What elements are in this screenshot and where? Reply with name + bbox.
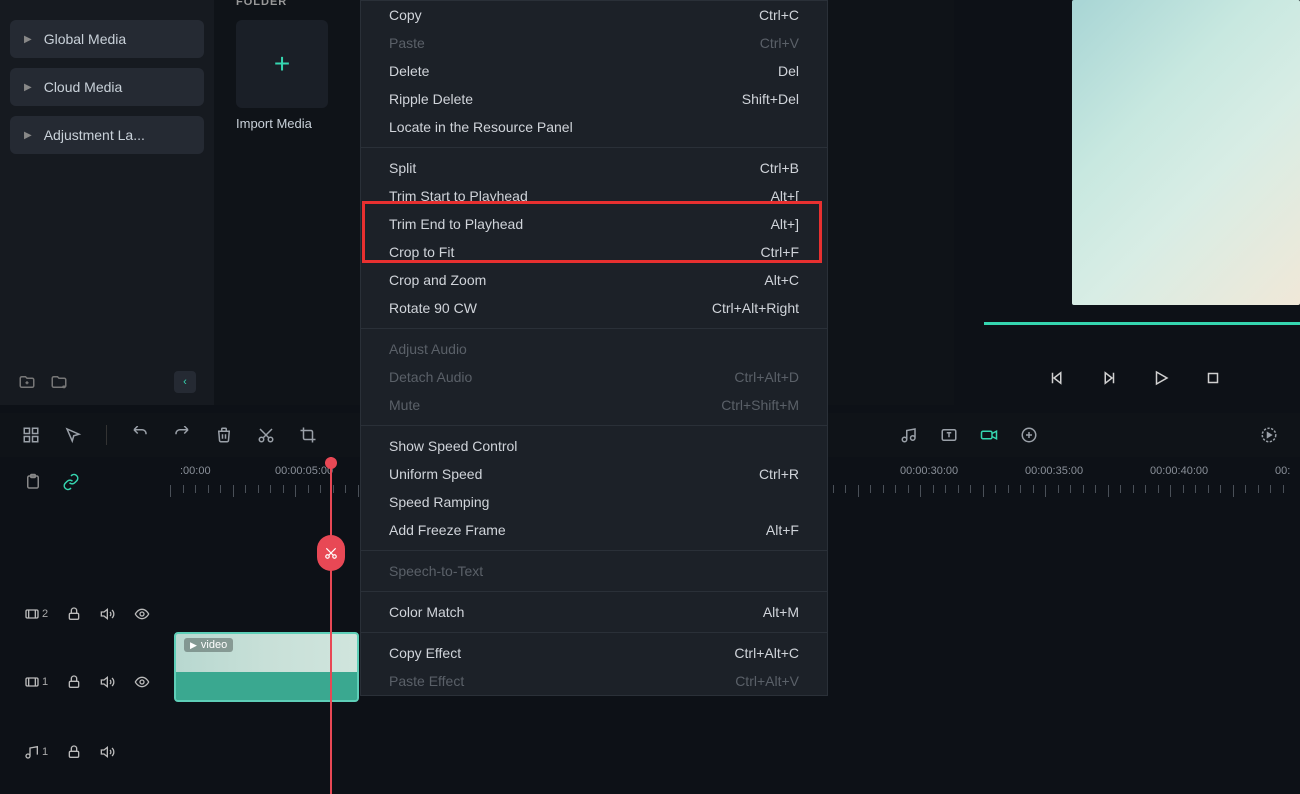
menu-item-mute: MuteCtrl+Shift+M: [361, 391, 827, 419]
menu-item-paste: PasteCtrl+V: [361, 29, 827, 57]
mute-icon[interactable]: [100, 606, 116, 622]
menu-item-speed-ramping[interactable]: Speed Ramping: [361, 488, 827, 516]
cursor-icon[interactable]: [64, 426, 82, 444]
menu-item-split[interactable]: SplitCtrl+B: [361, 154, 827, 182]
track-row: 1: [0, 727, 1300, 777]
audio-tool-icon[interactable]: [900, 426, 918, 444]
preview-panel: [970, 0, 1300, 405]
caret-right-icon: ▶: [24, 34, 32, 45]
track-number: 1: [42, 746, 48, 758]
menu-separator: [361, 550, 827, 551]
menu-item-add-freeze-frame[interactable]: Add Freeze FrameAlt+F: [361, 516, 827, 544]
lock-icon[interactable]: [66, 674, 82, 690]
ruler-timestamp: 00:00:35:00: [1025, 465, 1083, 477]
undo-icon[interactable]: [131, 426, 149, 444]
render-icon[interactable]: [1260, 426, 1278, 444]
crop-icon[interactable]: [299, 426, 317, 444]
visibility-icon[interactable]: [134, 674, 150, 690]
lock-icon[interactable]: [66, 744, 82, 760]
record-tool-icon[interactable]: [980, 426, 998, 444]
menu-item-trim-start-to-playhead[interactable]: Trim Start to PlayheadAlt+[: [361, 182, 827, 210]
sidebar-bottom-tools: ‹: [18, 371, 196, 393]
play-icon[interactable]: [1152, 369, 1170, 387]
menu-item-copy-effect[interactable]: Copy EffectCtrl+Alt+C: [361, 639, 827, 667]
sidebar-item-label: Adjustment La...: [44, 127, 145, 143]
folder-heading: FOLDER: [236, 0, 287, 8]
menu-item-uniform-speed[interactable]: Uniform SpeedCtrl+R: [361, 460, 827, 488]
menu-item-crop-to-fit[interactable]: Crop to FitCtrl+F: [361, 238, 827, 266]
sidebar-item-cloud-media[interactable]: ▶ Cloud Media: [10, 68, 204, 106]
link-icon[interactable]: [62, 473, 80, 491]
menu-item-color-match[interactable]: Color MatchAlt+M: [361, 598, 827, 626]
menu-item-detach-audio: Detach AudioCtrl+Alt+D: [361, 363, 827, 391]
marker-icon[interactable]: [24, 473, 42, 491]
audio-track-icon: [24, 744, 40, 760]
menu-item-speech-to-text: Speech-to-Text: [361, 557, 827, 585]
lock-icon[interactable]: [66, 606, 82, 622]
step-back-icon[interactable]: [1048, 369, 1066, 387]
playhead-scissors-handle[interactable]: [317, 535, 345, 571]
clip-label: ▶ video: [184, 638, 233, 652]
playhead[interactable]: [330, 457, 332, 794]
menu-item-crop-and-zoom[interactable]: Crop and ZoomAlt+C: [361, 266, 827, 294]
collapse-sidebar-button[interactable]: ‹: [174, 371, 196, 393]
toolbar-right: [900, 426, 1278, 444]
preview-progress-bar[interactable]: [984, 322, 1300, 325]
text-tool-icon[interactable]: [940, 426, 958, 444]
menu-item-trim-end-to-playhead[interactable]: Trim End to PlayheadAlt+]: [361, 210, 827, 238]
mute-icon[interactable]: [100, 744, 116, 760]
grid-icon[interactable]: [22, 426, 40, 444]
menu-item-paste-effect: Paste EffectCtrl+Alt+V: [361, 667, 827, 695]
step-forward-icon[interactable]: [1100, 369, 1118, 387]
preview-video[interactable]: [1072, 0, 1300, 305]
sidebar-item-adjustment-layer[interactable]: ▶ Adjustment La...: [10, 116, 204, 154]
mute-icon[interactable]: [100, 674, 116, 690]
menu-separator: [361, 632, 827, 633]
playhead-top-handle[interactable]: [325, 457, 337, 469]
menu-separator: [361, 591, 827, 592]
clip-context-menu: CopyCtrl+CPasteCtrl+VDeleteDelRipple Del…: [360, 0, 828, 696]
track-number: 1: [42, 676, 48, 688]
sidebar-item-label: Cloud Media: [44, 79, 123, 95]
ruler-timestamp: 00:: [1275, 465, 1290, 477]
menu-separator: [361, 328, 827, 329]
effects-tool-icon[interactable]: [1020, 426, 1038, 444]
cut-icon[interactable]: [257, 426, 275, 444]
preview-controls: [984, 369, 1286, 387]
stop-icon[interactable]: [1204, 369, 1222, 387]
menu-separator: [361, 147, 827, 148]
menu-separator: [361, 425, 827, 426]
delete-icon[interactable]: [215, 426, 233, 444]
menu-item-locate-in-the-resource-panel[interactable]: Locate in the Resource Panel: [361, 113, 827, 141]
plus-icon: +: [274, 48, 290, 80]
menu-item-rotate-90-cw[interactable]: Rotate 90 CWCtrl+Alt+Right: [361, 294, 827, 322]
visibility-icon[interactable]: [134, 606, 150, 622]
ruler-timestamp: 00:00:30:00: [900, 465, 958, 477]
video-track-icon: [24, 674, 40, 690]
track-number: 2: [42, 608, 48, 620]
sidebar-item-global-media[interactable]: ▶ Global Media: [10, 20, 204, 58]
folder-add-icon[interactable]: [18, 373, 36, 391]
caret-right-icon: ▶: [24, 130, 32, 141]
caret-right-icon: ▶: [24, 82, 32, 93]
ruler-timestamp: 00:00:05:00: [275, 465, 333, 477]
import-media-button[interactable]: +: [236, 20, 328, 108]
import-media-label: Import Media: [236, 116, 312, 131]
redo-icon[interactable]: [173, 426, 191, 444]
ruler-timestamp: 00:00:40:00: [1150, 465, 1208, 477]
folder-remove-icon[interactable]: [50, 373, 68, 391]
ruler-timestamp: :00:00: [180, 465, 211, 477]
menu-item-adjust-audio: Adjust Audio: [361, 335, 827, 363]
separator: [106, 425, 107, 445]
sidebar-panel: ▶ Global Media ▶ Cloud Media ▶ Adjustmen…: [0, 0, 214, 405]
menu-item-ripple-delete[interactable]: Ripple DeleteShift+Del: [361, 85, 827, 113]
menu-item-show-speed-control[interactable]: Show Speed Control: [361, 432, 827, 460]
play-triangle-icon: ▶: [190, 640, 197, 651]
menu-item-copy[interactable]: CopyCtrl+C: [361, 1, 827, 29]
video-track-icon: [24, 606, 40, 622]
sidebar-item-label: Global Media: [44, 31, 127, 47]
menu-item-delete[interactable]: DeleteDel: [361, 57, 827, 85]
